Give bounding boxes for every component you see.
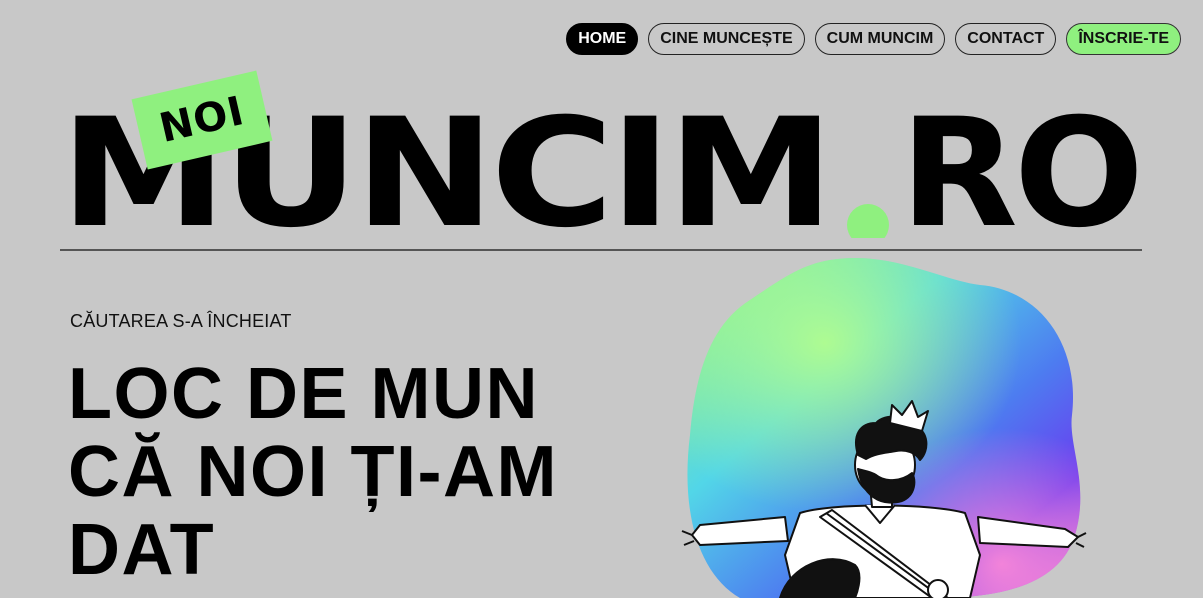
main-nav: HOME CINE MUNCEȘTE CUM MUNCIM CONTACT ÎN… bbox=[566, 23, 1181, 55]
hero-illustration bbox=[680, 255, 1100, 598]
headline-line-1: LOC DE MUN bbox=[68, 354, 539, 434]
header-divider bbox=[60, 249, 1142, 251]
logo-suffix: RO bbox=[900, 108, 1140, 238]
hero-eyebrow: CĂUTAREA S-A ÎNCHEIAT bbox=[70, 311, 292, 331]
nav-cum-muncim-link[interactable]: CUM MUNCIM bbox=[814, 23, 946, 55]
headline-line-3: DAT bbox=[68, 510, 216, 590]
hero-headline: LOC DE MUN CĂ NOI ȚI-AM DAT bbox=[68, 355, 668, 589]
signup-button[interactable]: ÎNSCRIE-TE bbox=[1066, 23, 1181, 55]
headline-line-2: CĂ NOI ȚI-AM bbox=[68, 432, 558, 512]
gradient-blob-character-image bbox=[681, 257, 1087, 598]
nav-cine-munceste-link[interactable]: CINE MUNCEȘTE bbox=[648, 23, 805, 55]
nav-contact-link[interactable]: CONTACT bbox=[955, 23, 1057, 55]
nav-home-link[interactable]: HOME bbox=[566, 23, 639, 55]
logo-dot bbox=[847, 204, 889, 238]
